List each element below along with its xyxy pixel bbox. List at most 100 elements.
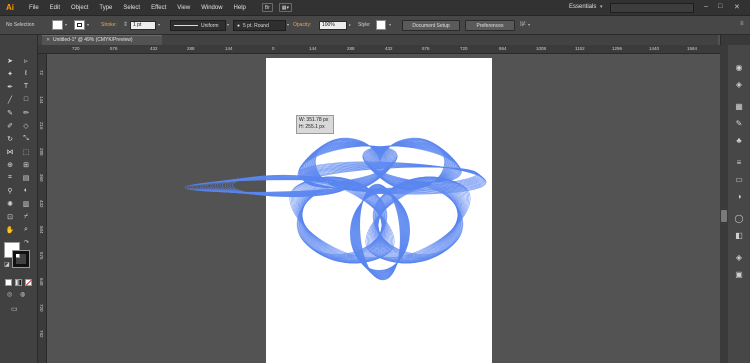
canvas-area[interactable] xyxy=(47,54,720,363)
color-panel-icon[interactable]: ◉ xyxy=(732,61,746,73)
document-setup-button[interactable]: Document Setup xyxy=(402,20,460,31)
align-icon[interactable]: ⊯ xyxy=(520,20,526,28)
minimize-icon[interactable]: – xyxy=(704,3,708,10)
workspace-switcher[interactable]: Essentials xyxy=(569,4,596,10)
menu-edit[interactable]: Edit xyxy=(50,5,60,11)
gradient-panel-icon[interactable]: ▭ xyxy=(732,173,746,185)
artboard-icon[interactable]: ⊡ xyxy=(4,211,16,222)
panel-menu-icon[interactable]: ≡ xyxy=(740,21,744,27)
tooltip-width: W: 351.78 px xyxy=(299,117,329,123)
slice-icon[interactable]: ⌿ xyxy=(20,211,32,222)
hand-icon[interactable]: ✋ xyxy=(4,224,16,235)
direct-selection-icon[interactable]: ▹ xyxy=(20,55,32,66)
type-icon[interactable]: T xyxy=(20,81,32,92)
help-search-input[interactable] xyxy=(610,3,694,13)
stroke-weight-field[interactable]: 1 pt xyxy=(130,21,156,30)
symbol-sprayer-icon[interactable]: ✺ xyxy=(4,198,16,209)
scrollbar-thumb[interactable] xyxy=(721,210,727,222)
chevron-down-icon[interactable]: ▾ xyxy=(65,22,67,27)
brush-dropdown[interactable]: ● 5 pt. Round xyxy=(233,20,286,31)
draw-mode-icon[interactable]: ◎ xyxy=(7,291,12,298)
document-tab[interactable]: ✕ Untitled-1* @ 49% (CMYK/Preview) xyxy=(42,35,162,45)
maximize-icon[interactable]: □ xyxy=(718,3,722,10)
menu-view[interactable]: View xyxy=(177,5,190,11)
appearance-icon[interactable]: ◯ xyxy=(732,212,746,224)
stroke-style-label: Uniform xyxy=(201,23,219,29)
chevron-down-icon[interactable]: ▾ xyxy=(287,22,289,27)
vertical-ruler[interactable]: 72 144 216 288 360 432 504 576 648 720 792 xyxy=(38,54,47,363)
chevron-down-icon[interactable]: ▾ xyxy=(389,22,391,27)
preferences-button[interactable]: Preferences xyxy=(465,20,515,31)
arrange-documents-button[interactable]: ▦▾ xyxy=(278,3,292,12)
chevron-right-icon[interactable]: ▸ xyxy=(349,22,351,27)
perspective-icon[interactable]: ⊞ xyxy=(20,159,32,170)
chevron-down-icon[interactable]: ▾ xyxy=(600,4,603,10)
lasso-icon[interactable]: ℓ xyxy=(20,68,32,79)
chevron-down-icon[interactable]: ▾ xyxy=(227,22,229,27)
chevron-down-icon[interactable]: ▾ xyxy=(158,22,160,27)
close-tab-icon[interactable]: ✕ xyxy=(46,36,50,45)
stroke-label[interactable]: Stroke: xyxy=(101,22,117,28)
pen-icon[interactable]: ✒ xyxy=(4,81,16,92)
menu-type[interactable]: Type xyxy=(99,5,112,11)
zoom-icon[interactable]: ⌕ xyxy=(20,224,32,235)
symbols-icon[interactable]: ♣ xyxy=(732,134,746,146)
menu-object[interactable]: Object xyxy=(71,5,88,11)
mesh-icon[interactable]: ⌗ xyxy=(4,172,16,183)
stroke-color-swatch[interactable] xyxy=(12,250,30,268)
width-icon[interactable]: ⋈ xyxy=(4,146,16,157)
menu-help[interactable]: Help xyxy=(234,5,246,11)
menu-window[interactable]: Window xyxy=(201,5,222,11)
graphic-style-swatch[interactable] xyxy=(376,20,386,30)
menu-effect[interactable]: Effect xyxy=(151,5,166,11)
line-icon[interactable]: ╱ xyxy=(4,94,16,105)
eyedropper-icon[interactable]: ⚲ xyxy=(4,185,16,196)
stepper-icon[interactable]: ⇕ xyxy=(123,21,128,28)
swatches-icon[interactable]: ▦ xyxy=(732,100,746,112)
chevron-down-icon[interactable]: ▾ xyxy=(87,22,89,27)
bridge-button[interactable]: Br xyxy=(261,3,273,12)
gradient-icon[interactable]: ▤ xyxy=(20,172,32,183)
stroke-icon[interactable]: ≡ xyxy=(732,156,746,168)
draw-behind-icon[interactable]: ◍ xyxy=(20,291,25,298)
none-mode-icon[interactable] xyxy=(25,279,33,286)
vertical-scrollbar[interactable] xyxy=(720,45,728,363)
opacity-field[interactable]: 100% xyxy=(319,21,347,30)
graph-icon[interactable]: ▥ xyxy=(20,198,32,209)
app-logo: Ai xyxy=(6,3,14,12)
menu-select[interactable]: Select xyxy=(123,5,140,11)
horizontal-ruler[interactable]: 720 576 432 288 144 0 144 288 432 576 720 864 1008 11… xyxy=(38,45,720,54)
chevron-down-icon[interactable]: ▾ xyxy=(528,22,530,27)
fill-swatch[interactable] xyxy=(52,20,63,30)
eraser-icon[interactable]: ◇ xyxy=(20,120,32,131)
selection-icon[interactable]: ➤ xyxy=(4,55,16,66)
graphic-styles-icon[interactable]: ◧ xyxy=(732,229,746,241)
paintbrush-icon[interactable]: ✎ xyxy=(4,107,16,118)
stroke-profile-dropdown[interactable]: Uniform xyxy=(170,20,226,31)
scale-icon[interactable]: ⤡ xyxy=(20,133,32,144)
blend-icon[interactable]: ◐ xyxy=(20,185,32,196)
blob-brush-icon[interactable]: ✐ xyxy=(4,120,16,131)
pencil-icon[interactable]: ✏ xyxy=(20,107,32,118)
artboards-icon[interactable]: ▣ xyxy=(732,268,746,280)
free-transform-icon[interactable]: ⬚ xyxy=(20,146,32,157)
gradient-mode-icon[interactable] xyxy=(15,279,22,286)
swap-colors-icon[interactable]: ↷ xyxy=(24,239,29,246)
transparency-icon[interactable]: ◑ xyxy=(732,190,746,202)
menu-file[interactable]: File xyxy=(29,5,39,11)
rectangle-icon[interactable]: □ xyxy=(20,94,32,105)
screen-mode-icon[interactable]: ▭ xyxy=(11,305,18,313)
brushes-icon[interactable]: ✎ xyxy=(732,117,746,129)
default-colors-icon[interactable]: ◪ xyxy=(4,261,10,268)
color-guide-icon[interactable]: ◈ xyxy=(732,78,746,90)
spirograph-artwork[interactable] xyxy=(47,54,720,363)
rotate-icon[interactable]: ↻ xyxy=(4,133,16,144)
stroke-swatch[interactable] xyxy=(74,20,85,30)
magic-wand-icon[interactable]: ✦ xyxy=(4,68,16,79)
shape-builder-icon[interactable]: ⊕ xyxy=(4,159,16,170)
opacity-label[interactable]: Opacity: xyxy=(293,22,311,28)
layers-icon[interactable]: ◈ xyxy=(732,251,746,263)
color-mode-icon[interactable] xyxy=(5,279,12,286)
close-icon[interactable]: ✕ xyxy=(734,3,740,11)
ruler-tick-label: 288 xyxy=(347,46,355,51)
